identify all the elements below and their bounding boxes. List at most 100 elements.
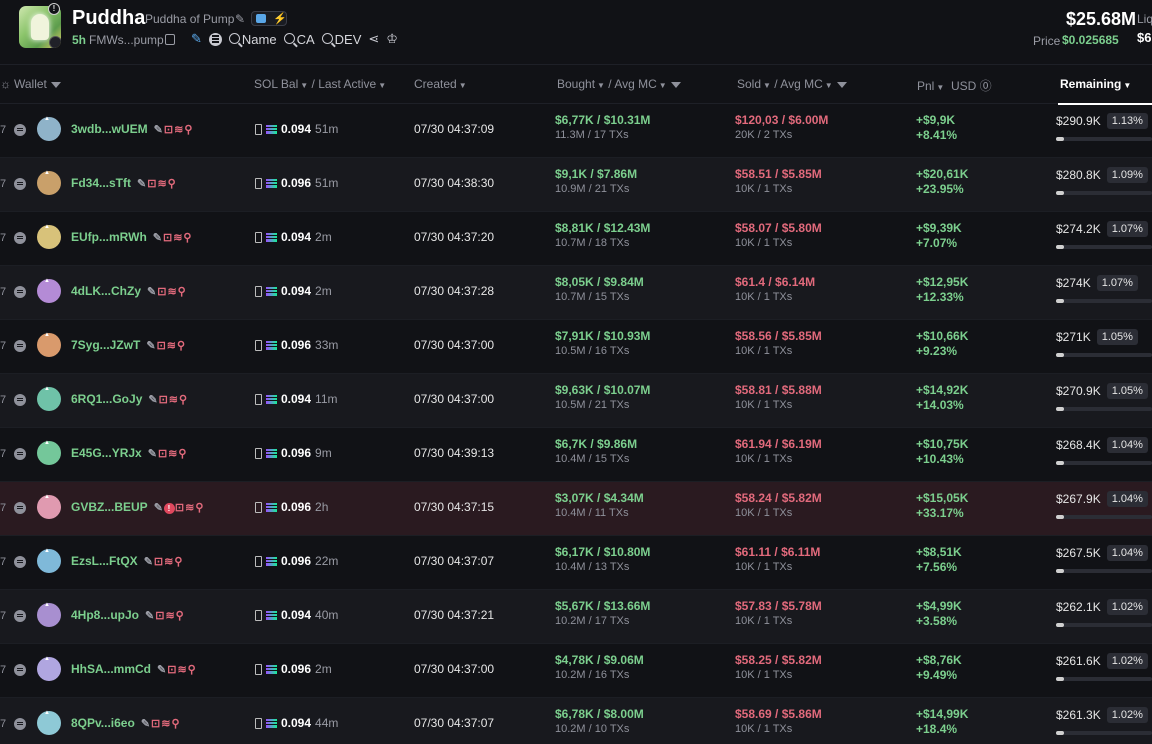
edit-icon[interactable]: ✎ <box>145 610 155 622</box>
avatar[interactable]: ▲ <box>37 494 61 519</box>
avatar[interactable]: ▲ <box>37 116 61 141</box>
table-row[interactable]: 7 ▲ 4Hp8...upJo ✎⊡≋⚲ 0.094 40m 07/30 04:… <box>0 590 1152 644</box>
column-sold[interactable]: Sold ▼ / Avg MC ▼ <box>737 77 847 91</box>
wallet-address[interactable]: 8QPv...i6eo ✎⊡≋⚲ <box>71 716 181 730</box>
filter-icon[interactable] <box>836 81 847 88</box>
bought-amount: $4,78K <box>555 653 594 667</box>
wallet-address[interactable]: E45G...YRJx ✎⊡≋⚲ <box>71 446 187 460</box>
edit-icon[interactable]: ✎ <box>144 556 154 568</box>
edit-icon[interactable]: ✎ <box>141 718 151 730</box>
avatar[interactable]: ▲ <box>37 710 61 735</box>
column-last-active[interactable]: Last Active <box>318 77 376 91</box>
table-row[interactable]: 7 ▲ EzsL...FtQX ✎⊡≋⚲ 0.096 22m 07/30 04:… <box>0 536 1152 590</box>
row-menu-icon[interactable] <box>14 502 26 514</box>
table-row[interactable]: 7 ▲ Fd34...sTft ✎⊡≋⚲ 0.096 51m 07/30 04:… <box>0 158 1152 212</box>
avatar[interactable]: ▲ <box>37 548 61 573</box>
row-menu-icon[interactable] <box>14 664 26 676</box>
wallet-address[interactable]: 6RQ1...GoJy ✎⊡≋⚲ <box>71 392 188 406</box>
row-menu-icon[interactable] <box>14 340 26 352</box>
column-created[interactable]: Created ▼ <box>414 77 467 91</box>
table-row[interactable]: 7 ▲ 6RQ1...GoJy ✎⊡≋⚲ 0.094 11m 07/30 04:… <box>0 374 1152 428</box>
column-remaining[interactable]: Remaining ▼ <box>1060 77 1131 91</box>
row-menu-icon[interactable] <box>14 178 26 190</box>
remaining-cell: $267.9K 1.04% <box>1056 491 1148 507</box>
sort-caret-icon: ▼ <box>378 81 387 90</box>
filter-icon[interactable] <box>670 81 681 88</box>
settings-icon[interactable]: ☼ <box>0 77 11 91</box>
column-bought[interactable]: Bought ▼ / Avg MC ▼ <box>557 77 681 91</box>
edit-icon[interactable]: ✎ <box>147 286 157 298</box>
contract-address[interactable]: FMWs...pump <box>89 33 164 47</box>
avatar[interactable]: ▲ <box>37 332 61 357</box>
edit-icon[interactable]: ✎ <box>137 178 147 190</box>
avatar[interactable]: ▲ <box>37 278 61 303</box>
table-row[interactable]: 7 ▲ 3wdb...wUEM ✎⊡≋⚲ 0.094 51m 07/30 04:… <box>0 104 1152 158</box>
wallet-address[interactable]: HhSA...mmCd ✎⊡≋⚲ <box>71 662 197 676</box>
usd-toggle[interactable]: USD <box>951 79 976 93</box>
sol-balance-cell: 0.096 9m <box>255 446 332 460</box>
row-menu-icon[interactable] <box>14 286 26 298</box>
search-dev-link[interactable]: DEV <box>321 32 361 47</box>
edit-icon[interactable]: ✎ <box>148 394 158 406</box>
share-icon[interactable]: ⋖ <box>368 31 379 47</box>
avatar[interactable]: ▲ <box>37 440 61 465</box>
edit-icon[interactable]: ✎ <box>148 448 158 460</box>
price-label: Price <box>1033 34 1061 48</box>
wallet-address[interactable]: EzsL...FtQX ✎⊡≋⚲ <box>71 554 183 568</box>
edit-icon[interactable]: ✎ <box>157 664 167 676</box>
column-wallet[interactable]: Wallet <box>14 77 61 91</box>
currency-icon[interactable]: ⓪ <box>980 79 992 93</box>
liquidity-value: $6 <box>1137 30 1152 45</box>
avatar[interactable]: ▲ <box>37 170 61 195</box>
wallet-address[interactable]: GVBZ...BEUP ✎! ⊡≋⚲ <box>71 500 204 514</box>
avatar[interactable]: ▲ <box>37 386 61 411</box>
row-menu-icon[interactable] <box>14 232 26 244</box>
wallet-address[interactable]: 3wdb...wUEM ✎⊡≋⚲ <box>71 122 193 136</box>
row-menu-icon[interactable] <box>14 556 26 568</box>
wallet-address[interactable]: EUfp...mRWh ✎⊡≋⚲ <box>71 230 193 244</box>
sort-caret-icon: ▼ <box>658 81 667 90</box>
sold-avg-mc: $5.78M <box>781 599 822 613</box>
table-row[interactable]: 7 ▲ EUfp...mRWh ✎⊡≋⚲ 0.094 2m 07/30 04:3… <box>0 212 1152 266</box>
crown-icon[interactable]: ♔ <box>386 31 398 47</box>
row-menu-icon[interactable] <box>14 610 26 622</box>
info-icon[interactable]: ! <box>48 3 60 15</box>
table-row[interactable]: 7 ▲ 8QPv...i6eo ✎⊡≋⚲ 0.094 44m 07/30 04:… <box>0 698 1152 744</box>
edit-icon[interactable]: ✎ <box>235 12 245 26</box>
avatar[interactable]: ▲ <box>37 224 61 249</box>
search-ca-link[interactable]: CA <box>283 32 315 47</box>
sold-avg-mc: $6.00M <box>788 113 829 127</box>
sold-cell: $58.56 / $5.85M 10K / 1 TXs <box>735 329 822 357</box>
pen-icon[interactable]: ✎ <box>191 31 202 47</box>
table-row[interactable]: 7 ▲ GVBZ...BEUP ✎! ⊡≋⚲ 0.096 2h 07/30 04:… <box>0 482 1152 536</box>
table-row[interactable]: 7 ▲ HhSA...mmCd ✎⊡≋⚲ 0.096 2m 07/30 04:3… <box>0 644 1152 698</box>
copy-icon[interactable] <box>165 34 175 45</box>
row-menu-icon[interactable] <box>14 718 26 730</box>
edit-icon[interactable]: ✎ <box>146 340 156 352</box>
last-active: 33m <box>315 338 339 352</box>
wallet-address[interactable]: 4dLK...ChZy ✎⊡≋⚲ <box>71 284 187 298</box>
search-name-link[interactable]: Name <box>228 32 277 47</box>
alert-icon[interactable]: ! <box>163 502 175 514</box>
wallet-address[interactable]: Fd34...sTft ✎⊡≋⚲ <box>71 176 177 190</box>
column-sol-balance[interactable]: SOL Bal ▼ / Last Active ▼ <box>254 77 386 91</box>
avatar[interactable]: ▲ <box>37 656 61 681</box>
edit-icon[interactable]: ✎ <box>154 124 164 136</box>
row-menu-icon[interactable] <box>14 394 26 406</box>
list-circle-icon[interactable] <box>208 32 222 46</box>
table-row[interactable]: 7 ▲ E45G...YRJx ✎⊡≋⚲ 0.096 9m 07/30 04:3… <box>0 428 1152 482</box>
avatar[interactable]: ▲ <box>37 602 61 627</box>
row-menu-icon[interactable] <box>14 448 26 460</box>
filter-icon[interactable] <box>50 81 61 88</box>
wallet-address[interactable]: 7Syg...JZwT ✎⊡≋⚲ <box>71 338 186 352</box>
table-row[interactable]: 7 ▲ 4dLK...ChZy ✎⊡≋⚲ 0.094 2m 07/30 04:3… <box>0 266 1152 320</box>
row-menu-icon[interactable] <box>14 124 26 136</box>
pnl-cell: +$9,9K +8.41% <box>916 113 957 143</box>
table-row[interactable]: 7 ▲ 7Syg...JZwT ✎⊡≋⚲ 0.096 33m 07/30 04:… <box>0 320 1152 374</box>
wallet-address[interactable]: 4Hp8...upJo ✎⊡≋⚲ <box>71 608 185 622</box>
edit-icon[interactable]: ✎ <box>154 502 164 514</box>
edit-icon[interactable]: ✎ <box>153 232 163 244</box>
last-active: 2h <box>315 500 329 514</box>
token-full-name: Puddha of Pump <box>145 12 235 26</box>
column-pnl[interactable]: Pnl ▼ USD ⓪ <box>917 77 992 94</box>
